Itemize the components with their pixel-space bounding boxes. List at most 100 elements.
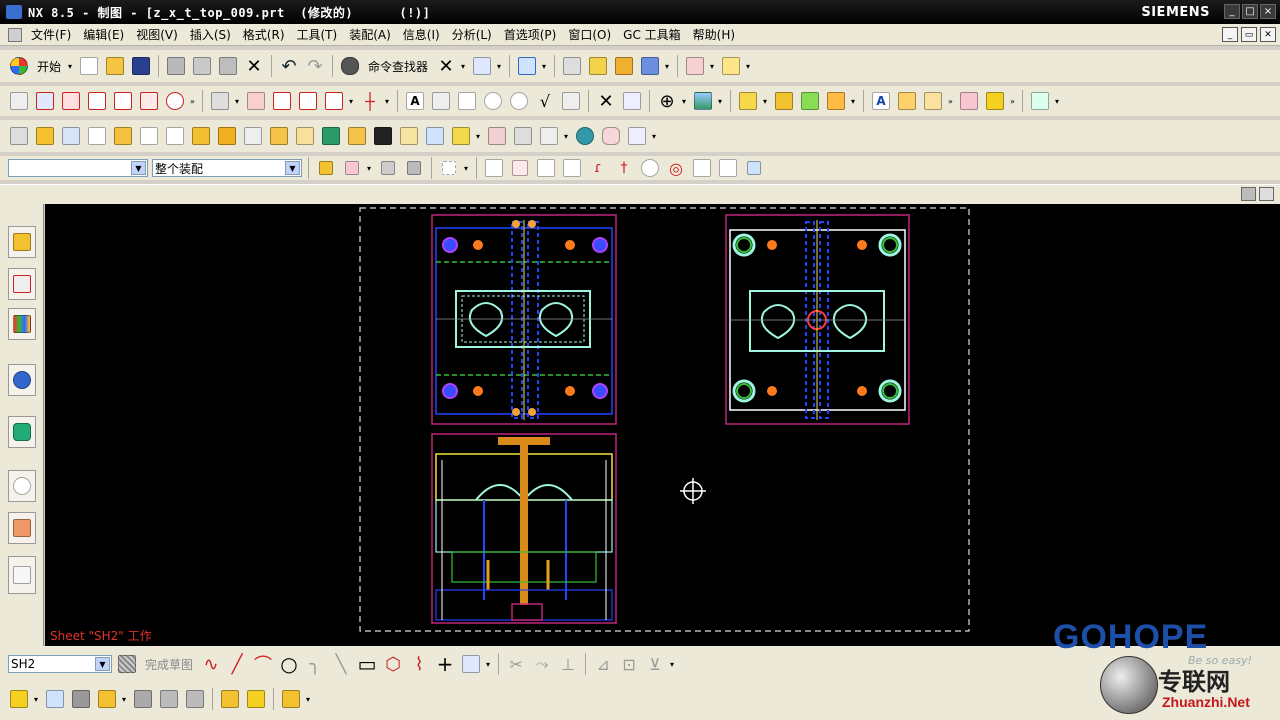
local-section-icon[interactable] [271,90,293,112]
layout-icon[interactable] [112,125,134,147]
initialize-project-icon[interactable] [8,125,30,147]
system-scene-icon[interactable] [8,556,36,594]
palette-icon[interactable] [8,416,36,448]
edit-style-icon[interactable] [896,90,918,112]
snap-point-icon[interactable] [691,157,713,179]
crosshair-icon[interactable]: ⊕ [656,90,678,112]
mold-csys-icon[interactable] [34,125,56,147]
snap-curve-icon[interactable]: ɾ [587,157,609,179]
pattern-component-icon[interactable] [280,688,302,710]
top-view-core[interactable] [725,214,910,425]
pocket-icon[interactable] [424,125,446,147]
profile-icon[interactable]: ∿ [200,653,222,675]
menu-tools[interactable]: 工具(T) [291,26,344,43]
runner-icon[interactable] [320,125,342,147]
show-constraints-icon[interactable]: ⊻ [644,653,666,675]
half-section-icon[interactable] [138,90,160,112]
new-file-icon[interactable] [78,55,100,77]
projected-view-icon[interactable] [60,90,82,112]
text-style-icon[interactable]: A [870,90,892,112]
balloon-icon[interactable] [482,90,504,112]
command-finder-button[interactable]: 命令查找器 [365,58,431,75]
snap-multi-icon[interactable] [509,157,531,179]
parting-icon[interactable] [138,125,160,147]
break-line-icon[interactable] [209,90,231,112]
trim-mold-icon[interactable] [398,125,420,147]
roles-icon[interactable] [8,512,36,544]
menu-help[interactable]: 帮助(H) [687,26,741,43]
table-style-icon[interactable] [922,90,944,112]
assembly-navigator-icon[interactable] [8,226,36,258]
open-folder-icon[interactable] [104,55,126,77]
view-manager-icon[interactable] [538,125,560,147]
reuse-library-icon[interactable] [8,308,36,340]
graphics-maximize-button[interactable] [1259,187,1274,201]
binoculars-icon[interactable] [339,55,361,77]
line-icon[interactable]: ╱ [226,653,248,675]
paste-icon[interactable] [217,55,239,77]
section-view-icon[interactable] [112,90,134,112]
part-navigator-icon[interactable] [8,268,36,300]
datum-feature-icon[interactable] [456,90,478,112]
image-icon[interactable] [692,90,714,112]
revolved-section-icon[interactable] [164,90,186,112]
top-view-cavity[interactable] [431,214,617,425]
constraint-assembly-icon[interactable] [158,688,180,710]
doc-close-button[interactable]: ✕ [1260,27,1276,42]
edit-annotation-icon[interactable] [773,90,795,112]
select-all-icon[interactable] [403,157,425,179]
document-list-icon[interactable] [626,125,648,147]
standard-part-icon[interactable] [190,125,212,147]
orient-view-icon[interactable] [639,55,661,77]
gate-icon[interactable] [294,125,316,147]
feature-control-icon[interactable] [430,90,452,112]
origin-tool-icon[interactable] [799,90,821,112]
hole-table-icon[interactable] [512,125,534,147]
finish-sketch-icon[interactable] [116,653,138,675]
constraints-icon[interactable]: ⊿ [592,653,614,675]
copy-icon[interactable] [191,55,213,77]
mirror-assembly-icon[interactable] [96,688,118,710]
add-component-icon[interactable] [8,688,30,710]
sheet-select[interactable]: SH2 ▼ [8,655,112,673]
annotation-tool-icon[interactable] [737,90,759,112]
doc-minimize-button[interactable]: _ [1222,27,1238,42]
bom-icon[interactable] [450,125,472,147]
workpiece-icon[interactable] [86,125,108,147]
snap-intersection-icon[interactable]: † [613,157,635,179]
shaded-cube-icon[interactable] [984,90,1006,112]
target-point-icon[interactable] [508,90,530,112]
fit-view-icon[interactable] [516,55,538,77]
update-views-icon[interactable] [587,55,609,77]
cube-view-icon[interactable] [958,90,980,112]
layer-settings-icon[interactable] [1029,90,1051,112]
menu-window[interactable]: 窗口(O) [562,26,617,43]
view-boundary-icon[interactable] [297,90,319,112]
polygon-icon[interactable]: ⬡ [382,653,404,675]
shrinkage-icon[interactable] [60,125,82,147]
visibility-icon[interactable] [574,125,596,147]
dimension-tool-icon[interactable] [684,55,706,77]
mold-base-icon[interactable] [164,125,186,147]
nx-app-icon[interactable] [6,5,22,19]
select-filter-icon[interactable] [471,55,493,77]
cut-icon[interactable] [165,55,187,77]
delete-icon[interactable]: ✕ [243,55,265,77]
explode-view-icon[interactable] [184,688,206,710]
angle-symbol-icon[interactable] [621,90,643,112]
finish-sketch-button[interactable]: 完成草图 [142,656,196,673]
menu-file[interactable]: 文件(F) [25,26,77,43]
sub-insert-icon[interactable] [268,125,290,147]
studio-spline-icon[interactable]: ⌇ [408,653,430,675]
close-button[interactable]: × [1260,4,1276,19]
intersection-symbol-icon[interactable]: ✕ [595,90,617,112]
history-icon[interactable] [8,470,36,502]
menu-assembly[interactable]: 装配(A) [343,26,397,43]
note-text-icon[interactable]: A [404,90,426,112]
new-sheet-icon[interactable] [8,90,30,112]
close-x-icon[interactable]: ✕ [435,55,457,77]
doc-restore-button[interactable]: ▭ [1241,27,1257,42]
quick-extend-icon[interactable]: ⤳ [531,653,553,675]
select-component-icon[interactable] [341,157,363,179]
graphics-restore-button[interactable] [1241,187,1256,201]
